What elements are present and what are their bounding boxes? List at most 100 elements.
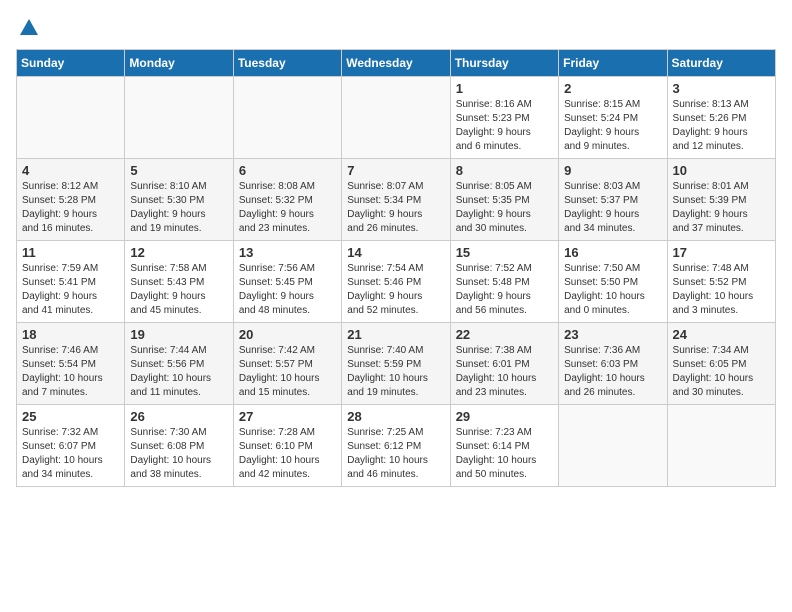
day-number: 13: [239, 245, 336, 260]
day-cell: 9 Sunrise: 8:03 AM Sunset: 5:37 PM Daylig…: [559, 158, 667, 240]
day-cell: 27Sunrise: 7:28 AM Sunset: 6:10 PM Dayli…: [233, 404, 341, 486]
day-info: Sunrise: 8:05 AM Sunset: 5:35 PM Dayligh…: [456, 180, 553, 236]
day-cell: 20 Sunrise: 7:42 AM Sunset: 5:57 PM Dayli…: [233, 322, 341, 404]
day-cell: 5 Sunrise: 8:10 AM Sunset: 5:30 PM Daylig…: [125, 158, 233, 240]
day-cell: 22 Sunrise: 7:38 AM Sunset: 6:01 PM Dayli…: [450, 322, 558, 404]
day-cell: [233, 76, 341, 158]
day-number: 28: [347, 409, 444, 424]
day-number: 26: [130, 409, 227, 424]
day-cell: 15 Sunrise: 7:52 AM Sunset: 5:48 PM Dayli…: [450, 240, 558, 322]
day-number: 7: [347, 163, 444, 178]
day-info: Sunrise: 7:54 AM Sunset: 5:46 PM Dayligh…: [347, 262, 444, 318]
day-cell: 17Sunrise: 7:48 AM Sunset: 5:52 PM Dayli…: [667, 240, 775, 322]
day-info: Sunrise: 7:40 AM Sunset: 5:59 PM Dayligh…: [347, 344, 444, 400]
day-number: 15: [456, 245, 553, 260]
day-cell: 25 Sunrise: 7:32 AM Sunset: 6:07 PM Dayli…: [17, 404, 125, 486]
day-cell: 24 Sunrise: 7:34 AM Sunset: 6:05 PM Dayli…: [667, 322, 775, 404]
day-cell: 21 Sunrise: 7:40 AM Sunset: 5:59 PM Dayli…: [342, 322, 450, 404]
day-cell: 29 Sunrise: 7:23 AM Sunset: 6:14 PM Dayli…: [450, 404, 558, 486]
day-cell: 1 Sunrise: 8:16 AM Sunset: 5:23 PM Daylig…: [450, 76, 558, 158]
day-info: Sunrise: 8:16 AM Sunset: 5:23 PM Dayligh…: [456, 98, 553, 154]
day-info: Sunrise: 8:12 AM Sunset: 5:28 PM Dayligh…: [22, 180, 119, 236]
day-info: Sunrise: 7:46 AM Sunset: 5:54 PM Dayligh…: [22, 344, 119, 400]
day-cell: [17, 76, 125, 158]
day-cell: 28 Sunrise: 7:25 AM Sunset: 6:12 PM Dayli…: [342, 404, 450, 486]
day-info: Sunrise: 7:44 AM Sunset: 5:56 PM Dayligh…: [130, 344, 227, 400]
day-cell: 19 Sunrise: 7:44 AM Sunset: 5:56 PM Dayli…: [125, 322, 233, 404]
day-cell: 7 Sunrise: 8:07 AM Sunset: 5:34 PM Daylig…: [342, 158, 450, 240]
day-cell: 3Sunrise: 8:13 AM Sunset: 5:26 PM Daylig…: [667, 76, 775, 158]
day-info: Sunrise: 8:13 AM Sunset: 5:26 PM Dayligh…: [673, 98, 770, 154]
logo-text: [16, 16, 42, 39]
col-header-sunday: Sunday: [17, 49, 125, 76]
day-info: Sunrise: 7:58 AM Sunset: 5:43 PM Dayligh…: [130, 262, 227, 318]
day-number: 21: [347, 327, 444, 342]
day-cell: [342, 76, 450, 158]
day-info: Sunrise: 7:32 AM Sunset: 6:07 PM Dayligh…: [22, 426, 119, 482]
day-info: Sunrise: 8:07 AM Sunset: 5:34 PM Dayligh…: [347, 180, 444, 236]
day-cell: 10 Sunrise: 8:01 AM Sunset: 5:39 PM Dayli…: [667, 158, 775, 240]
day-info: Sunrise: 8:01 AM Sunset: 5:39 PM Dayligh…: [673, 180, 770, 236]
day-info: Sunrise: 7:52 AM Sunset: 5:48 PM Dayligh…: [456, 262, 553, 318]
week-row-4: 18 Sunrise: 7:46 AM Sunset: 5:54 PM Dayli…: [17, 322, 776, 404]
day-number: 5: [130, 163, 227, 178]
day-number: 19: [130, 327, 227, 342]
day-cell: 23 Sunrise: 7:36 AM Sunset: 6:03 PM Dayli…: [559, 322, 667, 404]
day-cell: 13 Sunrise: 7:56 AM Sunset: 5:45 PM Dayli…: [233, 240, 341, 322]
day-info: Sunrise: 7:36 AM Sunset: 6:03 PM Dayligh…: [564, 344, 661, 400]
day-number: 20: [239, 327, 336, 342]
day-cell: [667, 404, 775, 486]
logo: [16, 16, 42, 39]
col-header-wednesday: Wednesday: [342, 49, 450, 76]
day-number: 22: [456, 327, 553, 342]
day-number: 24: [673, 327, 770, 342]
day-info: Sunrise: 7:48 AM Sunset: 5:52 PM Dayligh…: [673, 262, 770, 318]
day-cell: 4 Sunrise: 8:12 AM Sunset: 5:28 PM Daylig…: [17, 158, 125, 240]
day-info: Sunrise: 7:23 AM Sunset: 6:14 PM Dayligh…: [456, 426, 553, 482]
day-info: Sunrise: 8:10 AM Sunset: 5:30 PM Dayligh…: [130, 180, 227, 236]
day-number: 29: [456, 409, 553, 424]
day-cell: 18 Sunrise: 7:46 AM Sunset: 5:54 PM Dayli…: [17, 322, 125, 404]
day-number: 11: [22, 245, 119, 260]
day-cell: [559, 404, 667, 486]
col-header-monday: Monday: [125, 49, 233, 76]
day-info: Sunrise: 7:28 AM Sunset: 6:10 PM Dayligh…: [239, 426, 336, 482]
day-number: 25: [22, 409, 119, 424]
day-number: 4: [22, 163, 119, 178]
header-row: SundayMondayTuesdayWednesdayThursdayFrid…: [17, 49, 776, 76]
day-number: 12: [130, 245, 227, 260]
week-row-3: 11 Sunrise: 7:59 AM Sunset: 5:41 PM Dayli…: [17, 240, 776, 322]
day-number: 2: [564, 81, 661, 96]
day-info: Sunrise: 7:59 AM Sunset: 5:41 PM Dayligh…: [22, 262, 119, 318]
col-header-friday: Friday: [559, 49, 667, 76]
day-info: Sunrise: 7:56 AM Sunset: 5:45 PM Dayligh…: [239, 262, 336, 318]
week-row-2: 4 Sunrise: 8:12 AM Sunset: 5:28 PM Daylig…: [17, 158, 776, 240]
week-row-5: 25 Sunrise: 7:32 AM Sunset: 6:07 PM Dayli…: [17, 404, 776, 486]
day-info: Sunrise: 7:34 AM Sunset: 6:05 PM Dayligh…: [673, 344, 770, 400]
page-header: [16, 16, 776, 39]
day-cell: 26 Sunrise: 7:30 AM Sunset: 6:08 PM Dayli…: [125, 404, 233, 486]
day-number: 1: [456, 81, 553, 96]
day-info: Sunrise: 8:08 AM Sunset: 5:32 PM Dayligh…: [239, 180, 336, 236]
day-cell: 11 Sunrise: 7:59 AM Sunset: 5:41 PM Dayli…: [17, 240, 125, 322]
day-info: Sunrise: 7:38 AM Sunset: 6:01 PM Dayligh…: [456, 344, 553, 400]
col-header-thursday: Thursday: [450, 49, 558, 76]
day-info: Sunrise: 8:03 AM Sunset: 5:37 PM Dayligh…: [564, 180, 661, 236]
day-number: 16: [564, 245, 661, 260]
col-header-tuesday: Tuesday: [233, 49, 341, 76]
day-number: 18: [22, 327, 119, 342]
day-number: 23: [564, 327, 661, 342]
day-info: Sunrise: 7:42 AM Sunset: 5:57 PM Dayligh…: [239, 344, 336, 400]
day-info: Sunrise: 7:30 AM Sunset: 6:08 PM Dayligh…: [130, 426, 227, 482]
day-number: 9: [564, 163, 661, 178]
day-cell: 12 Sunrise: 7:58 AM Sunset: 5:43 PM Dayli…: [125, 240, 233, 322]
day-number: 6: [239, 163, 336, 178]
day-number: 14: [347, 245, 444, 260]
day-cell: 14 Sunrise: 7:54 AM Sunset: 5:46 PM Dayli…: [342, 240, 450, 322]
day-number: 10: [673, 163, 770, 178]
day-cell: 6 Sunrise: 8:08 AM Sunset: 5:32 PM Daylig…: [233, 158, 341, 240]
col-header-saturday: Saturday: [667, 49, 775, 76]
day-info: Sunrise: 7:25 AM Sunset: 6:12 PM Dayligh…: [347, 426, 444, 482]
day-cell: 2Sunrise: 8:15 AM Sunset: 5:24 PM Daylig…: [559, 76, 667, 158]
day-cell: [125, 76, 233, 158]
